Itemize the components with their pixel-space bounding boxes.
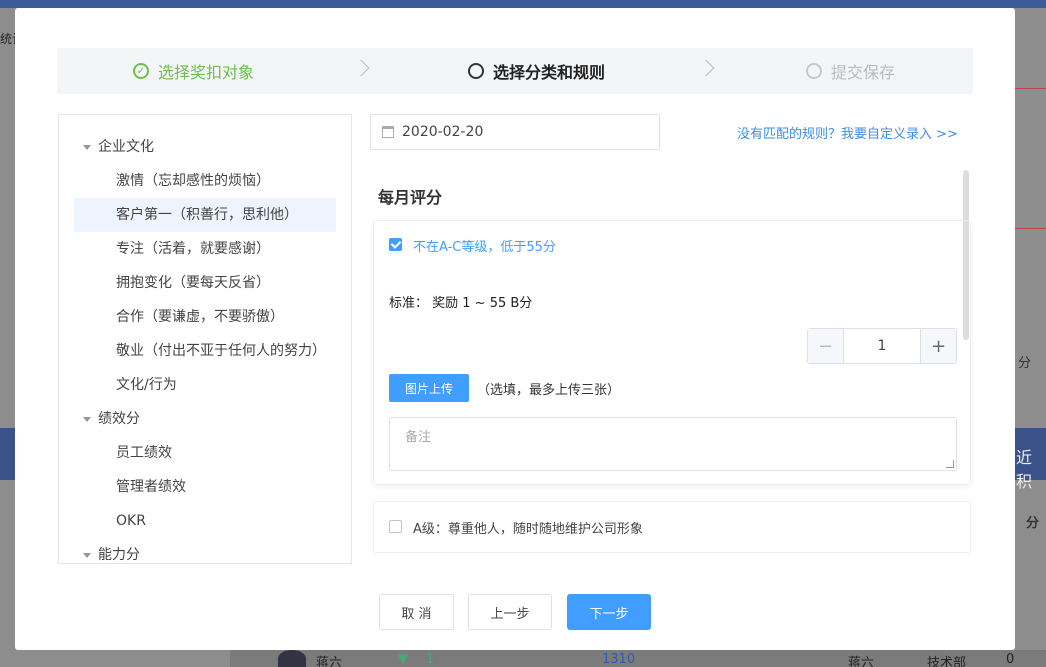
rule-label[interactable]: 不在A-C等级，低于55分: [413, 236, 556, 255]
circle-icon: [806, 63, 822, 79]
section-title: 每月评分: [378, 188, 443, 207]
remark-textarea[interactable]: 备注: [389, 417, 957, 471]
rule-checkbox[interactable]: [389, 520, 402, 533]
plus-button[interactable]: +: [920, 329, 956, 363]
chevron-right-icon: [352, 59, 370, 77]
background-name: 蒋六: [848, 656, 875, 667]
caret-down-icon: [83, 145, 91, 150]
background-badge: 1: [426, 652, 435, 667]
step-label: 提交保存: [831, 63, 896, 82]
tree-item[interactable]: 管理者绩效: [59, 470, 351, 504]
resize-handle-icon[interactable]: [946, 460, 954, 468]
rule-standard: 标准： 奖励 1 ~ 55 B分: [389, 296, 533, 311]
step-select-target[interactable]: ✓ 选择奖扣对象: [133, 48, 254, 94]
calendar-icon: [382, 126, 394, 138]
step-label: 选择奖扣对象: [158, 63, 255, 82]
background-divider: [1015, 228, 1046, 229]
tree-item[interactable]: 专注（活着，就要感谢）: [59, 232, 351, 266]
circle-icon: [468, 63, 484, 79]
tree-item-selected[interactable]: 客户第一（积善行，思利他）: [74, 198, 336, 232]
rule-card: A级：尊重他人，随时随地维护公司形象: [373, 501, 971, 553]
background-band-text: 近积: [1016, 448, 1033, 491]
background-table-row: 蒋六 ▼ 1 1310 蒋六 技术部 0: [230, 650, 1046, 667]
tree-item[interactable]: 员工绩效: [59, 436, 351, 470]
rule-checkbox[interactable]: [389, 238, 402, 251]
upload-hint: （选填，最多上传三张）: [477, 383, 621, 398]
medal-icon: ▼: [398, 652, 408, 667]
custom-entry-link[interactable]: 没有匹配的规则？我要自定义录入 >>: [737, 123, 958, 142]
date-picker[interactable]: 2020-02-20: [370, 114, 660, 150]
quantity-stepper: − 1 +: [807, 328, 957, 364]
tree-item[interactable]: 敬业（付出不亚于任何人的努力）: [59, 334, 351, 368]
step-bar: ✓ 选择奖扣对象 选择分类和规则 提交保存: [57, 48, 973, 94]
background-topbar: [0, 0, 1046, 8]
background-divider: [1015, 88, 1046, 89]
background-name: 蒋六: [316, 656, 343, 667]
remark-placeholder: 备注: [405, 430, 432, 445]
tree-group-label: 企业文化: [98, 139, 154, 155]
check-circle-icon: ✓: [133, 63, 149, 79]
chevron-right-icon: [697, 59, 715, 77]
avatar: [278, 650, 306, 667]
tree-item[interactable]: OKR: [59, 504, 351, 538]
tree-item[interactable]: 合作（要谦虚，不要骄傲）: [59, 300, 351, 334]
background-text: 分: [1018, 356, 1032, 371]
background-text: 分: [1026, 516, 1040, 531]
tree-item[interactable]: 激情（忘却感性的烦恼）: [59, 164, 351, 198]
reward-modal: ✓ 选择奖扣对象 选择分类和规则 提交保存 企业文化 激情（忘却感性的烦恼） 客…: [15, 8, 1015, 650]
tree-group-performance[interactable]: 绩效分: [59, 402, 351, 436]
tree-item[interactable]: 拥抱变化（要每天反省）: [59, 266, 351, 300]
next-step-button[interactable]: 下一步: [567, 594, 651, 630]
tree-group-ability[interactable]: 能力分: [59, 538, 351, 563]
caret-down-icon: [83, 417, 91, 422]
image-upload-button[interactable]: 图片上传: [389, 374, 469, 402]
date-value: 2020-02-20: [402, 124, 484, 140]
previous-step-button[interactable]: 上一步: [468, 594, 552, 630]
rule-card: 不在A-C等级，低于55分 标准： 奖励 1 ~ 55 B分 − 1 + 图片上…: [373, 220, 971, 485]
tree-item[interactable]: 文化/行为: [59, 368, 351, 402]
step-select-category[interactable]: 选择分类和规则: [468, 48, 605, 94]
background-score: 1310: [602, 652, 636, 667]
minus-button[interactable]: −: [808, 329, 844, 363]
cancel-button[interactable]: 取 消: [379, 594, 454, 630]
step-label: 选择分类和规则: [493, 63, 606, 82]
category-tree: 企业文化 激情（忘却感性的烦恼） 客户第一（积善行，思利他） 专注（活着，就要感…: [58, 114, 352, 564]
tree-group-label: 能力分: [98, 547, 140, 563]
step-submit-save[interactable]: 提交保存: [806, 48, 895, 94]
stepper-value[interactable]: 1: [844, 329, 920, 363]
tree-group-label: 绩效分: [98, 411, 140, 427]
caret-down-icon: [83, 553, 91, 558]
background-count: 0: [1006, 652, 1015, 667]
rule-label[interactable]: A级：尊重他人，随时随地维护公司形象: [413, 518, 643, 537]
background-dept: 技术部: [927, 656, 967, 667]
tree-group-culture[interactable]: 企业文化: [59, 130, 351, 164]
